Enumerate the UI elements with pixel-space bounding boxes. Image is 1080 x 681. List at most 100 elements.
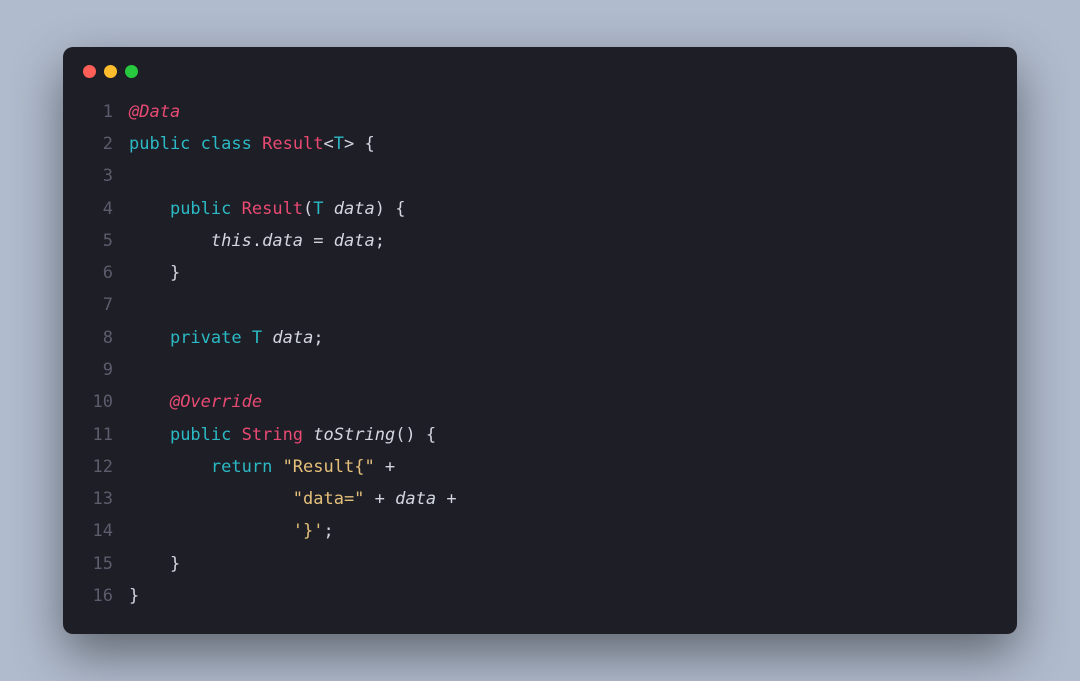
token: } <box>170 554 180 574</box>
token <box>242 328 252 348</box>
code-content: return "Result{" + <box>129 451 405 483</box>
code-line: 8 private T data; <box>83 322 997 354</box>
token <box>129 231 211 251</box>
line-number: 2 <box>83 128 113 160</box>
line-number: 10 <box>83 386 113 418</box>
token: + <box>364 489 395 509</box>
token: private <box>170 328 242 348</box>
code-line: 12 return "Result{" + <box>83 451 997 483</box>
token: Result <box>262 134 323 154</box>
token <box>252 134 262 154</box>
token: + <box>375 457 406 477</box>
token <box>231 425 241 445</box>
token: public <box>170 199 231 219</box>
code-content: } <box>129 257 180 289</box>
code-content <box>129 289 139 321</box>
token <box>272 457 282 477</box>
token <box>129 199 170 219</box>
token <box>262 328 272 348</box>
code-content <box>129 354 139 386</box>
line-number: 8 <box>83 322 113 354</box>
code-line: 13 "data=" + data + <box>83 483 997 515</box>
token: data <box>272 328 313 348</box>
token: T <box>334 134 344 154</box>
token <box>129 263 170 283</box>
token: . <box>252 231 262 251</box>
code-content: } <box>129 548 180 580</box>
line-number: 9 <box>83 354 113 386</box>
code-line: 11 public String toString() { <box>83 419 997 451</box>
token <box>231 199 241 219</box>
code-line: 7 <box>83 289 997 321</box>
minimize-icon[interactable] <box>104 65 117 78</box>
code-line: 2 public class Result<T> { <box>83 128 997 160</box>
code-line: 4 public Result(T data) { <box>83 193 997 225</box>
token: data <box>395 489 436 509</box>
line-number: 3 <box>83 160 113 192</box>
token <box>129 489 293 509</box>
token: '}' <box>293 521 324 541</box>
token <box>129 425 170 445</box>
token: data <box>262 231 303 251</box>
token <box>303 425 313 445</box>
code-line: 15 } <box>83 548 997 580</box>
code-editor[interactable]: 1@Data2public class Result<T> {3 4 publi… <box>63 78 1017 635</box>
token: } <box>129 586 139 606</box>
code-line: 14 '}'; <box>83 515 997 547</box>
maximize-icon[interactable] <box>125 65 138 78</box>
line-number: 13 <box>83 483 113 515</box>
token: ; <box>375 231 385 251</box>
code-content: @Override <box>129 386 262 418</box>
token: "Result{" <box>283 457 375 477</box>
token: ( <box>303 199 313 219</box>
token: "data=" <box>293 489 365 509</box>
token: data <box>334 199 375 219</box>
code-content: '}'; <box>129 515 334 547</box>
code-content: this.data = data; <box>129 225 385 257</box>
code-window: 1@Data2public class Result<T> {3 4 publi… <box>63 47 1017 635</box>
token: return <box>211 457 272 477</box>
token <box>129 392 170 412</box>
token: ; <box>323 521 333 541</box>
code-content: @Data <box>129 96 180 128</box>
line-number: 11 <box>83 419 113 451</box>
code-content: public Result(T data) { <box>129 193 405 225</box>
code-line: 1@Data <box>83 96 997 128</box>
token: @Data <box>129 102 180 122</box>
line-number: 14 <box>83 515 113 547</box>
code-content: "data=" + data + <box>129 483 467 515</box>
token: class <box>201 134 252 154</box>
token: public <box>170 425 231 445</box>
token: T <box>313 199 323 219</box>
code-line: 16} <box>83 580 997 612</box>
close-icon[interactable] <box>83 65 96 78</box>
token: data <box>334 231 375 251</box>
token: T <box>252 328 262 348</box>
code-line: 9 <box>83 354 997 386</box>
token <box>129 457 211 477</box>
token: toString <box>313 425 395 445</box>
titlebar <box>63 47 1017 78</box>
code-content: public class Result<T> { <box>129 128 375 160</box>
token <box>129 554 170 574</box>
line-number: 7 <box>83 289 113 321</box>
line-number: 12 <box>83 451 113 483</box>
code-line: 3 <box>83 160 997 192</box>
token: = <box>303 231 334 251</box>
code-content: private T data; <box>129 322 324 354</box>
code-content: public String toString() { <box>129 419 436 451</box>
token: ) { <box>375 199 406 219</box>
token <box>324 199 334 219</box>
token: > { <box>344 134 375 154</box>
token: < <box>324 134 334 154</box>
line-number: 16 <box>83 580 113 612</box>
token <box>129 328 170 348</box>
code-line: 10 @Override <box>83 386 997 418</box>
token: Result <box>242 199 303 219</box>
token <box>129 521 293 541</box>
token <box>190 134 200 154</box>
code-line: 5 this.data = data; <box>83 225 997 257</box>
code-content <box>129 160 139 192</box>
token: ; <box>313 328 323 348</box>
token: @Override <box>170 392 262 412</box>
